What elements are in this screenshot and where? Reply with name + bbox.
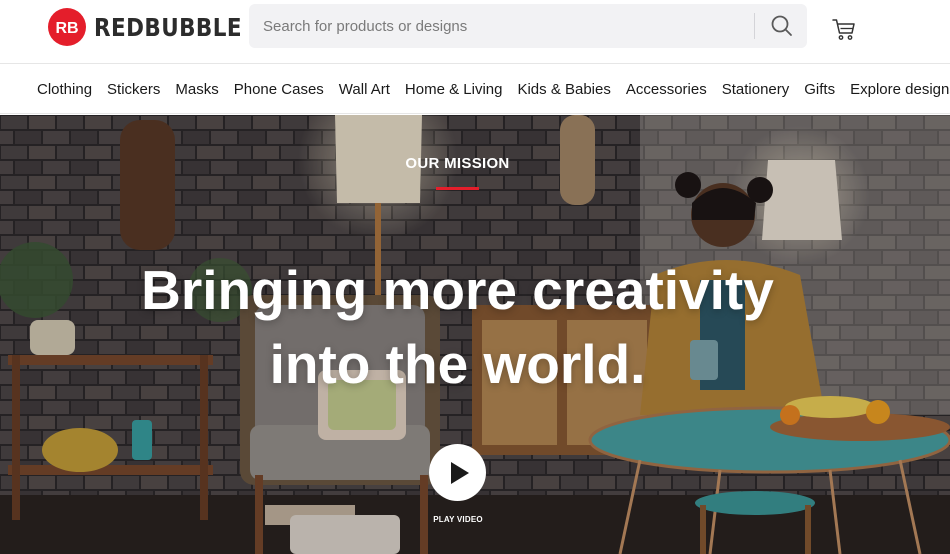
play-video-button[interactable] [429, 444, 486, 501]
nav-item-kids-babies[interactable]: Kids & Babies [517, 81, 610, 98]
nav-item-stickers[interactable]: Stickers [107, 81, 160, 98]
play-video-label: PLAY VIDEO [433, 515, 483, 524]
site-header: RB REDBUBBLE [0, 0, 950, 64]
play-icon [450, 461, 469, 484]
cart-button[interactable] [831, 16, 857, 42]
hero-banner: OUR MISSION Bringing more creativity int… [0, 115, 950, 554]
search-divider [754, 13, 755, 39]
eyebrow-accent-line [436, 187, 479, 190]
nav-item-phone-cases[interactable]: Phone Cases [234, 81, 324, 98]
nav-item-home-living[interactable]: Home & Living [405, 81, 503, 98]
nav-item-masks[interactable]: Masks [175, 81, 218, 98]
search-input[interactable] [249, 4, 753, 48]
svg-text:RB: RB [55, 20, 78, 37]
category-nav: Clothing Stickers Masks Phone Cases Wall… [0, 64, 950, 114]
cart-icon [832, 19, 855, 40]
hero-headline-line-1: Bringing more creativity [141, 259, 774, 321]
nav-item-accessories[interactable]: Accessories [626, 81, 707, 98]
hero-headline-line-2: into the world. [269, 333, 646, 395]
search-bar [249, 4, 807, 48]
redbubble-logo[interactable]: RB REDBUBBLE [48, 8, 266, 46]
nav-item-wall-art[interactable]: Wall Art [339, 81, 390, 98]
hero-eyebrow: OUR MISSION [405, 155, 510, 172]
nav-item-stationery[interactable]: Stationery [722, 81, 790, 98]
logo-wordmark: REDBUBBLE [94, 12, 242, 42]
nav-item-clothing[interactable]: Clothing [37, 81, 92, 98]
nav-item-explore-designs[interactable]: Explore designs [850, 81, 950, 98]
hero-headline: Bringing more creativity into the world. [0, 253, 915, 401]
logo-mark-icon: RB [48, 8, 86, 46]
search-icon [771, 15, 792, 36]
search-button[interactable] [757, 4, 807, 48]
nav-item-gifts[interactable]: Gifts [804, 81, 835, 98]
